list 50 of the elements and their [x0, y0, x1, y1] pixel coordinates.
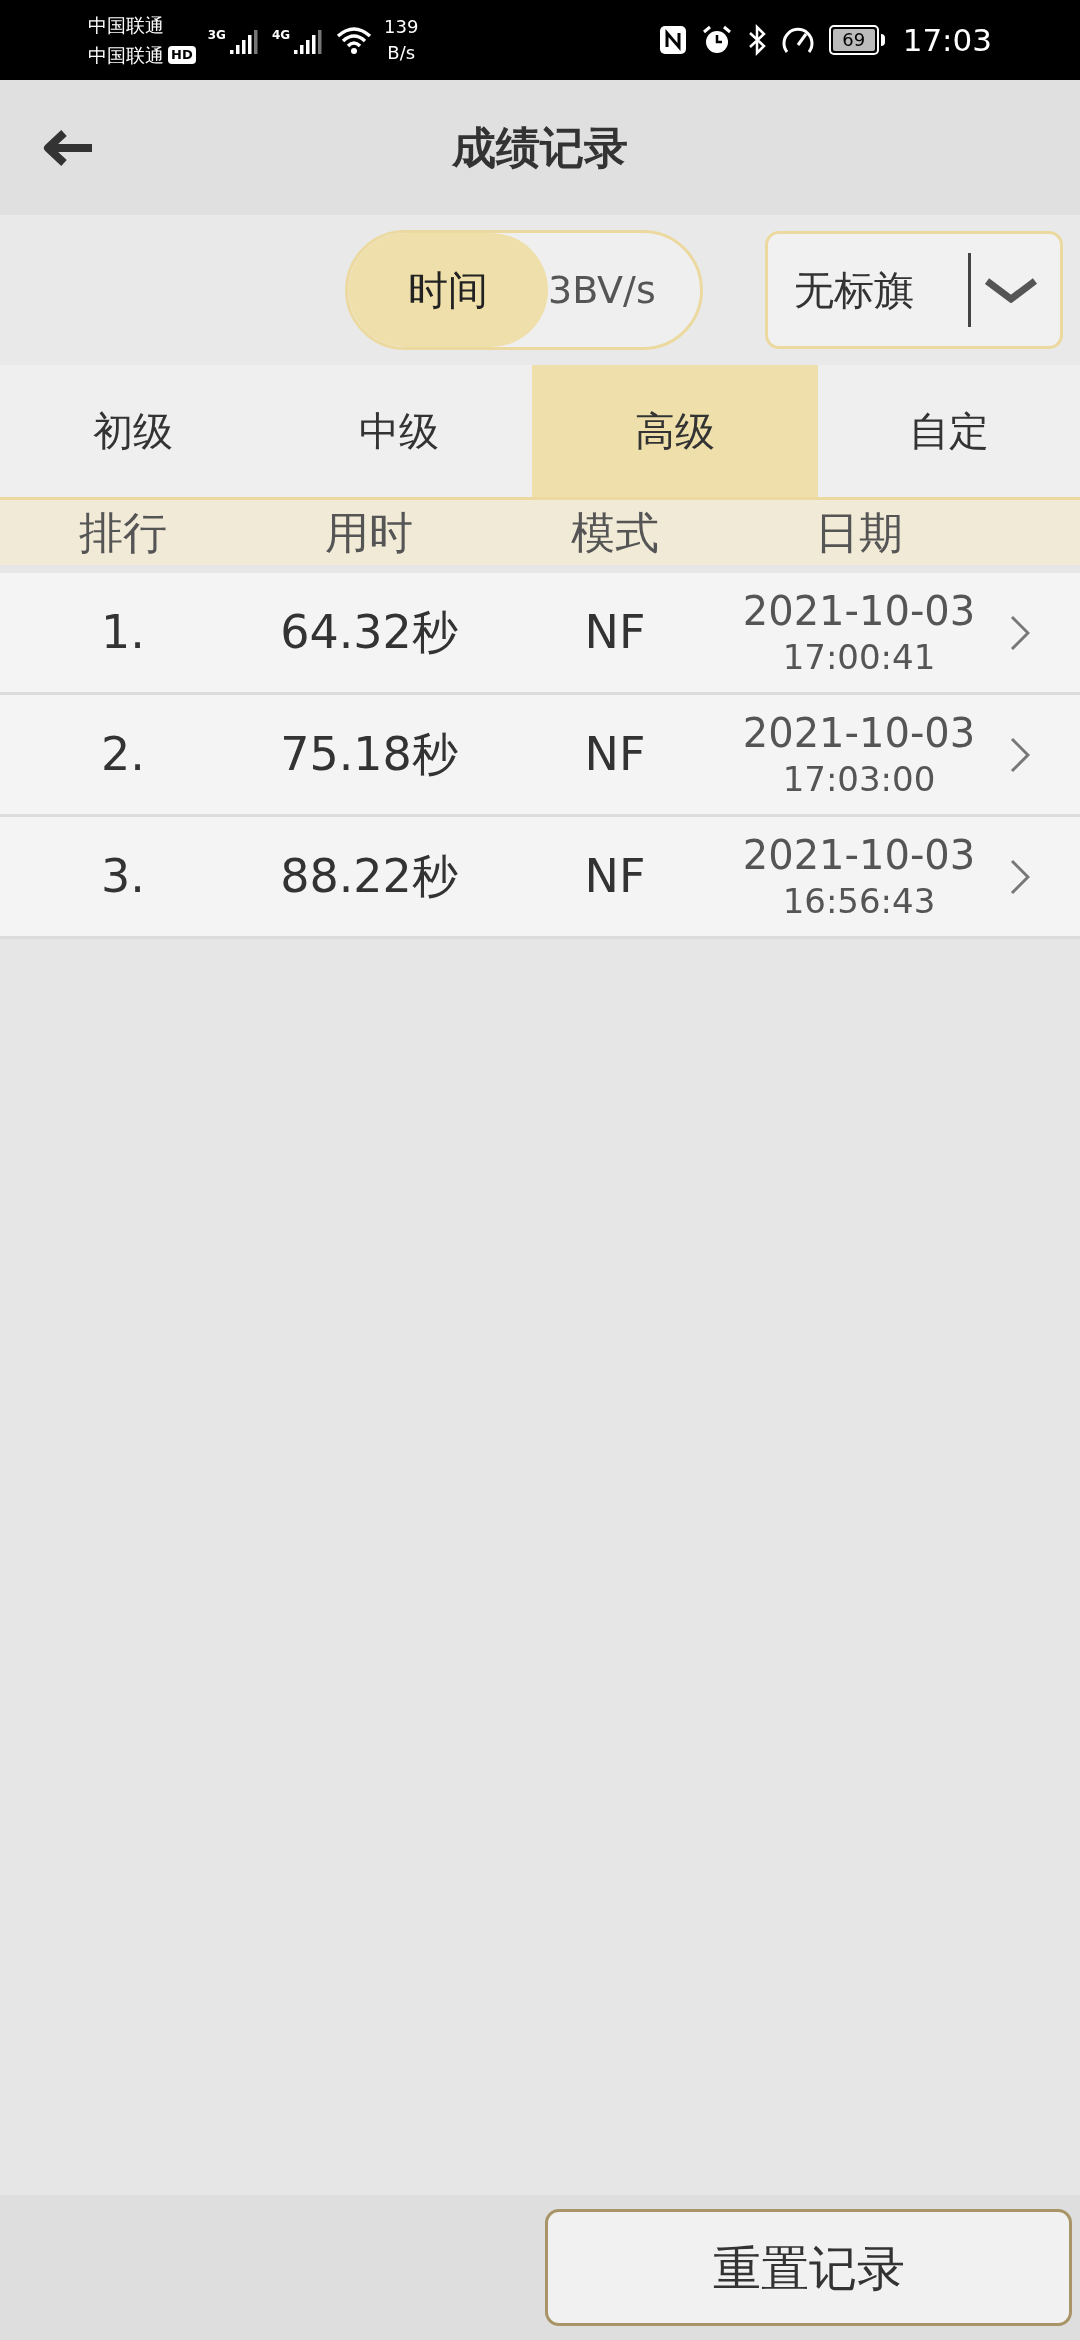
clock-cell: 17:00:41 [782, 636, 936, 679]
speedometer-icon [780, 25, 815, 55]
record-row[interactable]: 3. 88.22秒 NF 2021-10-03 16:56:43 [0, 817, 1080, 939]
clock-time: 17:03 [902, 20, 992, 60]
level-tab[interactable]: 自定 [818, 365, 1080, 497]
rank-cell-text: 1. [101, 604, 145, 661]
record-row[interactable]: 2. 75.18秒 NF 2021-10-03 17:03:00 [0, 695, 1080, 817]
mode-cell-text: NF [584, 604, 646, 661]
sort-option[interactable]: 3BV/s [548, 233, 700, 347]
rank-cell-text: 2. [101, 726, 145, 783]
mode-cell-text: NF [584, 848, 646, 905]
flag-dropdown[interactable]: 无标旗 [765, 231, 1063, 349]
page-title: 成绩记录 [452, 120, 628, 175]
clock-cell: 16:56:43 [782, 880, 936, 923]
mode-cell-text: NF [584, 726, 646, 783]
column-header: 用时 [325, 510, 413, 555]
reset-records-button[interactable]: 重置记录 [545, 2209, 1072, 2326]
column-header: 模式 [571, 510, 659, 555]
column-header: 日期 [815, 510, 903, 555]
level-tab[interactable]: 高级 [532, 365, 818, 497]
clock-cell: 17:03:00 [782, 758, 936, 801]
sort-option[interactable]: 时间 [348, 233, 548, 347]
rank-cell-text: 3. [101, 848, 145, 905]
wifi-icon [336, 26, 373, 54]
chevron-right-icon [1010, 736, 1030, 773]
date-cell-text: 2021-10-03 [742, 831, 976, 881]
level-tab[interactable]: 初级 [0, 365, 265, 497]
column-header: 排行 [79, 510, 167, 555]
time-cell-text: 75.18秒 [280, 726, 458, 783]
level-tab[interactable]: 中级 [265, 365, 532, 497]
signal-icon [294, 28, 325, 54]
carrier-name: 中国联通 [88, 13, 165, 38]
network-label: 4G [271, 27, 291, 44]
time-cell-text: 88.22秒 [280, 848, 458, 905]
speed-unit: B/s [387, 41, 416, 65]
chevron-right-icon [1010, 858, 1030, 895]
battery-level: 69 [842, 31, 866, 49]
alarm-icon [700, 24, 733, 56]
network-label: 3G [207, 27, 226, 44]
hd-badge: HD [168, 46, 196, 64]
chevron-right-icon [1010, 614, 1030, 651]
carrier-name: 中国联通 [88, 43, 164, 68]
signal-icon [229, 28, 260, 54]
speed-value: 139 [384, 15, 419, 39]
time-cell-text: 64.32秒 [280, 604, 458, 661]
nfc-icon [658, 25, 687, 55]
chevron-down-icon [985, 277, 1037, 303]
date-cell-text: 2021-10-03 [742, 587, 976, 637]
record-row[interactable]: 1. 64.32秒 NF 2021-10-03 17:00:41 [0, 573, 1080, 695]
date-cell-text: 2021-10-03 [742, 709, 976, 759]
